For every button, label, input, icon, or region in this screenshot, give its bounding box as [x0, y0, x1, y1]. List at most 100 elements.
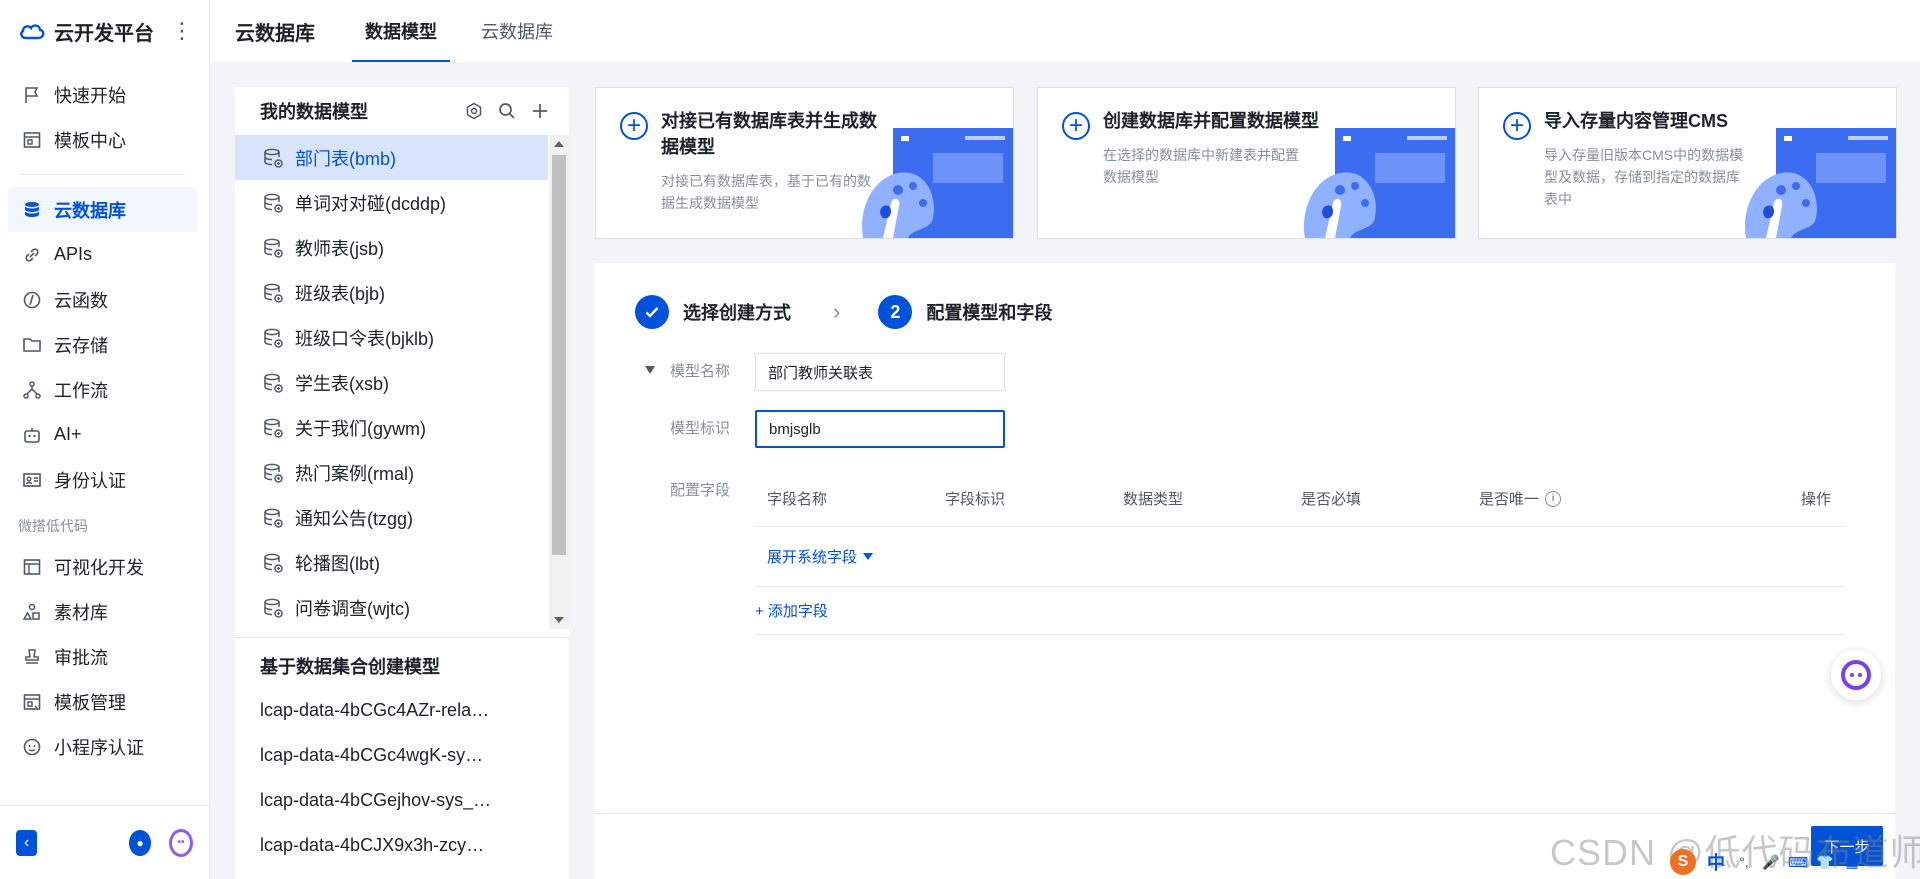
model-item[interactable]: 班级口令表(bjklb) [235, 315, 548, 360]
model-item[interactable]: 通知公告(tzgg) [235, 495, 548, 540]
nav-item-label: 模板管理 [54, 692, 126, 713]
model-id-input[interactable] [755, 410, 1005, 448]
model-item[interactable]: 学生表(xsb) [235, 360, 548, 405]
model-item[interactable]: 问卷调查(wjtc) [235, 585, 548, 629]
step-1-label[interactable]: 选择创建方式 [683, 299, 791, 325]
model-item[interactable]: 热门案例(rmal) [235, 450, 548, 495]
nav-item-assets[interactable]: 素材库 [8, 589, 197, 634]
nav-divider [20, 174, 185, 175]
database-model-icon [264, 508, 283, 528]
user-avatar-icon[interactable]: ● [129, 829, 151, 856]
nav-item-visual-dev[interactable]: 可视化开发 [8, 544, 197, 589]
nav-item-apis[interactable]: APIs [8, 232, 197, 277]
chevron-right-icon: › [833, 299, 841, 324]
template-icon [20, 128, 44, 152]
model-list-header: 我的数据模型 [235, 87, 569, 135]
model-item-label: 通知公告(tzgg) [295, 508, 414, 529]
model-item[interactable]: 部门表(bmb) [235, 135, 548, 180]
model-item-label: 学生表(xsb) [295, 373, 389, 394]
create-model-wizard: 选择创建方式 › 2 配置模型和字段 模型名称 模型标识 配置字段 字段名称 字… [595, 263, 1895, 879]
floating-assistant-button[interactable] [1831, 650, 1881, 700]
assistant-icon [1841, 660, 1871, 690]
nav-item-label: 模板中心 [54, 130, 126, 151]
cloud-logo-icon [20, 24, 45, 40]
nav-item-label: 云数据库 [54, 200, 126, 221]
model-id-label: 模型标识 [670, 420, 731, 437]
dataset-item[interactable]: lcap-data-4bCJX9x3h-zcy… [235, 823, 545, 868]
database-model-icon [264, 418, 283, 438]
ime-toolbar: S 中 °, 🎤 ⌨ 👕 ▦ [1666, 848, 1920, 876]
nav-item-miniprogram-cert[interactable]: 小程序认证 [8, 724, 197, 769]
card-title: 创建数据库并配置数据模型 [1103, 111, 1319, 131]
stamp-icon [20, 645, 44, 669]
scroll-up-arrow-icon[interactable] [554, 141, 564, 147]
caret-down-icon[interactable] [645, 366, 655, 374]
add-field-link[interactable]: + 添加字段 [755, 587, 1845, 635]
nav-item-label: AI+ [54, 424, 82, 444]
ime-shirt-icon[interactable]: 👕 [1816, 854, 1833, 870]
more-menu-icon[interactable]: ⋮ [171, 20, 193, 42]
nav-item-cloud-storage[interactable]: 云存储 [8, 322, 197, 367]
dataset-item[interactable]: lcap-data-4bCGc4wgK-sy… [235, 733, 545, 778]
model-item[interactable]: 班级表(bjb) [235, 270, 548, 315]
info-icon[interactable]: i [1545, 490, 1562, 507]
page-title: 云数据库 [235, 22, 315, 45]
nav-item-ai-plus[interactable]: AI+ [8, 412, 197, 457]
dataset-item[interactable]: lcap-data-4bCGc4AZr-rela… [235, 688, 545, 733]
collapse-nav-button[interactable]: ‹ [16, 829, 38, 856]
nav-item-label: 身份认证 [54, 470, 126, 491]
miniprogram-icon [20, 735, 44, 759]
database-model-icon [264, 553, 283, 573]
tab-cloud-database[interactable]: 云数据库 [468, 0, 566, 62]
scroll-thumb[interactable] [552, 155, 566, 555]
nav-item-workflow[interactable]: 工作流 [8, 367, 197, 412]
check-icon [635, 295, 669, 329]
layout-icon [20, 555, 44, 579]
tab-data-model[interactable]: 数据模型 [352, 0, 450, 62]
expand-label: 展开系统字段 [767, 549, 858, 566]
model-item-label: 班级表(bjb) [295, 283, 386, 304]
model-item-label: 班级口令表(bjklb) [295, 328, 435, 349]
dataset-section-title: 基于数据集合创建模型 [260, 657, 440, 677]
ime-logo-icon[interactable]: S [1670, 849, 1696, 875]
nav-item-cloud-database[interactable]: 云数据库 [8, 187, 197, 232]
caret-down-icon [863, 553, 874, 560]
model-list-scrollbar[interactable] [549, 135, 569, 629]
nav-item-quick-start[interactable]: 快速开始 [8, 72, 197, 117]
assistant-eye [1850, 673, 1854, 677]
ai-assistant-icon[interactable]: •• [168, 828, 194, 857]
model-item[interactable]: 轮播图(lbt) [235, 540, 548, 585]
settings-icon[interactable] [463, 100, 485, 122]
model-item[interactable]: 教师表(jsb) [235, 225, 548, 270]
card-desc: 对接已有数据库表，基于已有的数据生成数据模型 [661, 173, 871, 211]
nav-item-approval[interactable]: 审批流 [8, 634, 197, 679]
add-icon[interactable] [529, 100, 551, 122]
card-import-cms[interactable]: + 导入存量内容管理CMS 导入存量旧版本CMS中的数据模型及数据，存储到指定的… [1478, 87, 1897, 239]
step-2-number: 2 [878, 295, 913, 329]
database-model-icon [264, 148, 283, 168]
model-item[interactable]: 关于我们(gywm) [235, 405, 548, 450]
dataset-item[interactable]: lcap-data-4bCGejhov-sys_… [235, 778, 545, 823]
ime-keyboard-icon[interactable]: ⌨ [1788, 854, 1808, 870]
model-item-label: 热门案例(rmal) [295, 463, 414, 484]
model-name-input[interactable] [755, 353, 1005, 391]
nav-item-template-center[interactable]: 模板中心 [8, 117, 197, 162]
ime-grid-icon[interactable]: ▦ [1844, 854, 1860, 870]
model-item[interactable]: 单词对对碰(dcddp) [235, 180, 548, 225]
nav-item-cloud-functions[interactable]: 云函数 [8, 277, 197, 322]
cloud-folder-icon [20, 333, 44, 357]
link-icon [20, 243, 44, 267]
ime-mic-icon[interactable]: 🎤 [1762, 854, 1779, 870]
scroll-down-arrow-icon[interactable] [554, 617, 564, 623]
ime-language-toggle[interactable]: 中 [1707, 849, 1725, 875]
ime-punct-icon[interactable]: °, [1736, 854, 1752, 870]
nav-item-template-manage[interactable]: 模板管理 [8, 679, 197, 724]
search-icon[interactable] [496, 100, 518, 122]
tab-label: 数据模型 [365, 22, 437, 42]
expand-system-fields-link[interactable]: 展开系统字段 [755, 527, 1845, 587]
card-create-db[interactable]: + 创建数据库并配置数据模型 在选择的数据库中新建表并配置数据模型 [1037, 87, 1456, 239]
nav-item-identity[interactable]: 身份认证 [8, 457, 197, 502]
top-bar: 云数据库 数据模型 云数据库 [210, 0, 1920, 62]
card-connect-existing-db[interactable]: + 对接已有数据库表并生成数据模型 对接已有数据库表，基于已有的数据生成数据模型 [595, 87, 1014, 239]
database-model-icon [264, 373, 283, 393]
